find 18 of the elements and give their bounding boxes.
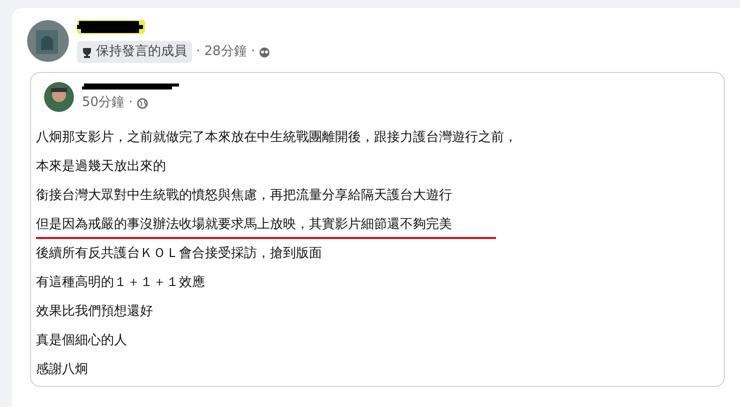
- avatar[interactable]: [27, 20, 69, 62]
- post-text-line: 感謝八炯: [36, 361, 89, 379]
- post-text-line: 但是因為戒嚴的事沒辦法收場就要求馬上放映，其實影片細節還不夠完美: [36, 210, 496, 239]
- post-text-line: 本來是過幾天放出來的: [36, 158, 167, 176]
- member-badge: 保持發言的成員: [77, 41, 192, 63]
- trophy-icon: [82, 46, 92, 58]
- post-text-line: 真是個細心的人: [36, 332, 128, 350]
- post-time[interactable]: · 28分鐘 ·: [196, 42, 256, 62]
- avatar[interactable]: [44, 82, 74, 112]
- post-text-line: 有這種高明的１＋１＋１效應: [36, 274, 206, 292]
- post-text-line: 八炯那支影片，之前就做完了本來放在中生統戰團離開後，跟接力護台灣遊行之前，: [36, 129, 518, 147]
- redaction-scribble: [77, 18, 147, 36]
- post-text-line: 銜接台灣大眾對中生統戰的憤怒與焦慮，再把流量分享給隔天護台大遊行: [36, 187, 453, 205]
- post-text-line: 效果比我們預想還好: [36, 303, 154, 321]
- group-icon: [259, 47, 270, 58]
- globe-icon: [136, 98, 148, 110]
- post-time[interactable]: 50分鐘 ·: [82, 93, 133, 113]
- post-text-line: 後續所有反共護台ＫＯＬ會合接受採訪，搶到版面: [36, 245, 323, 263]
